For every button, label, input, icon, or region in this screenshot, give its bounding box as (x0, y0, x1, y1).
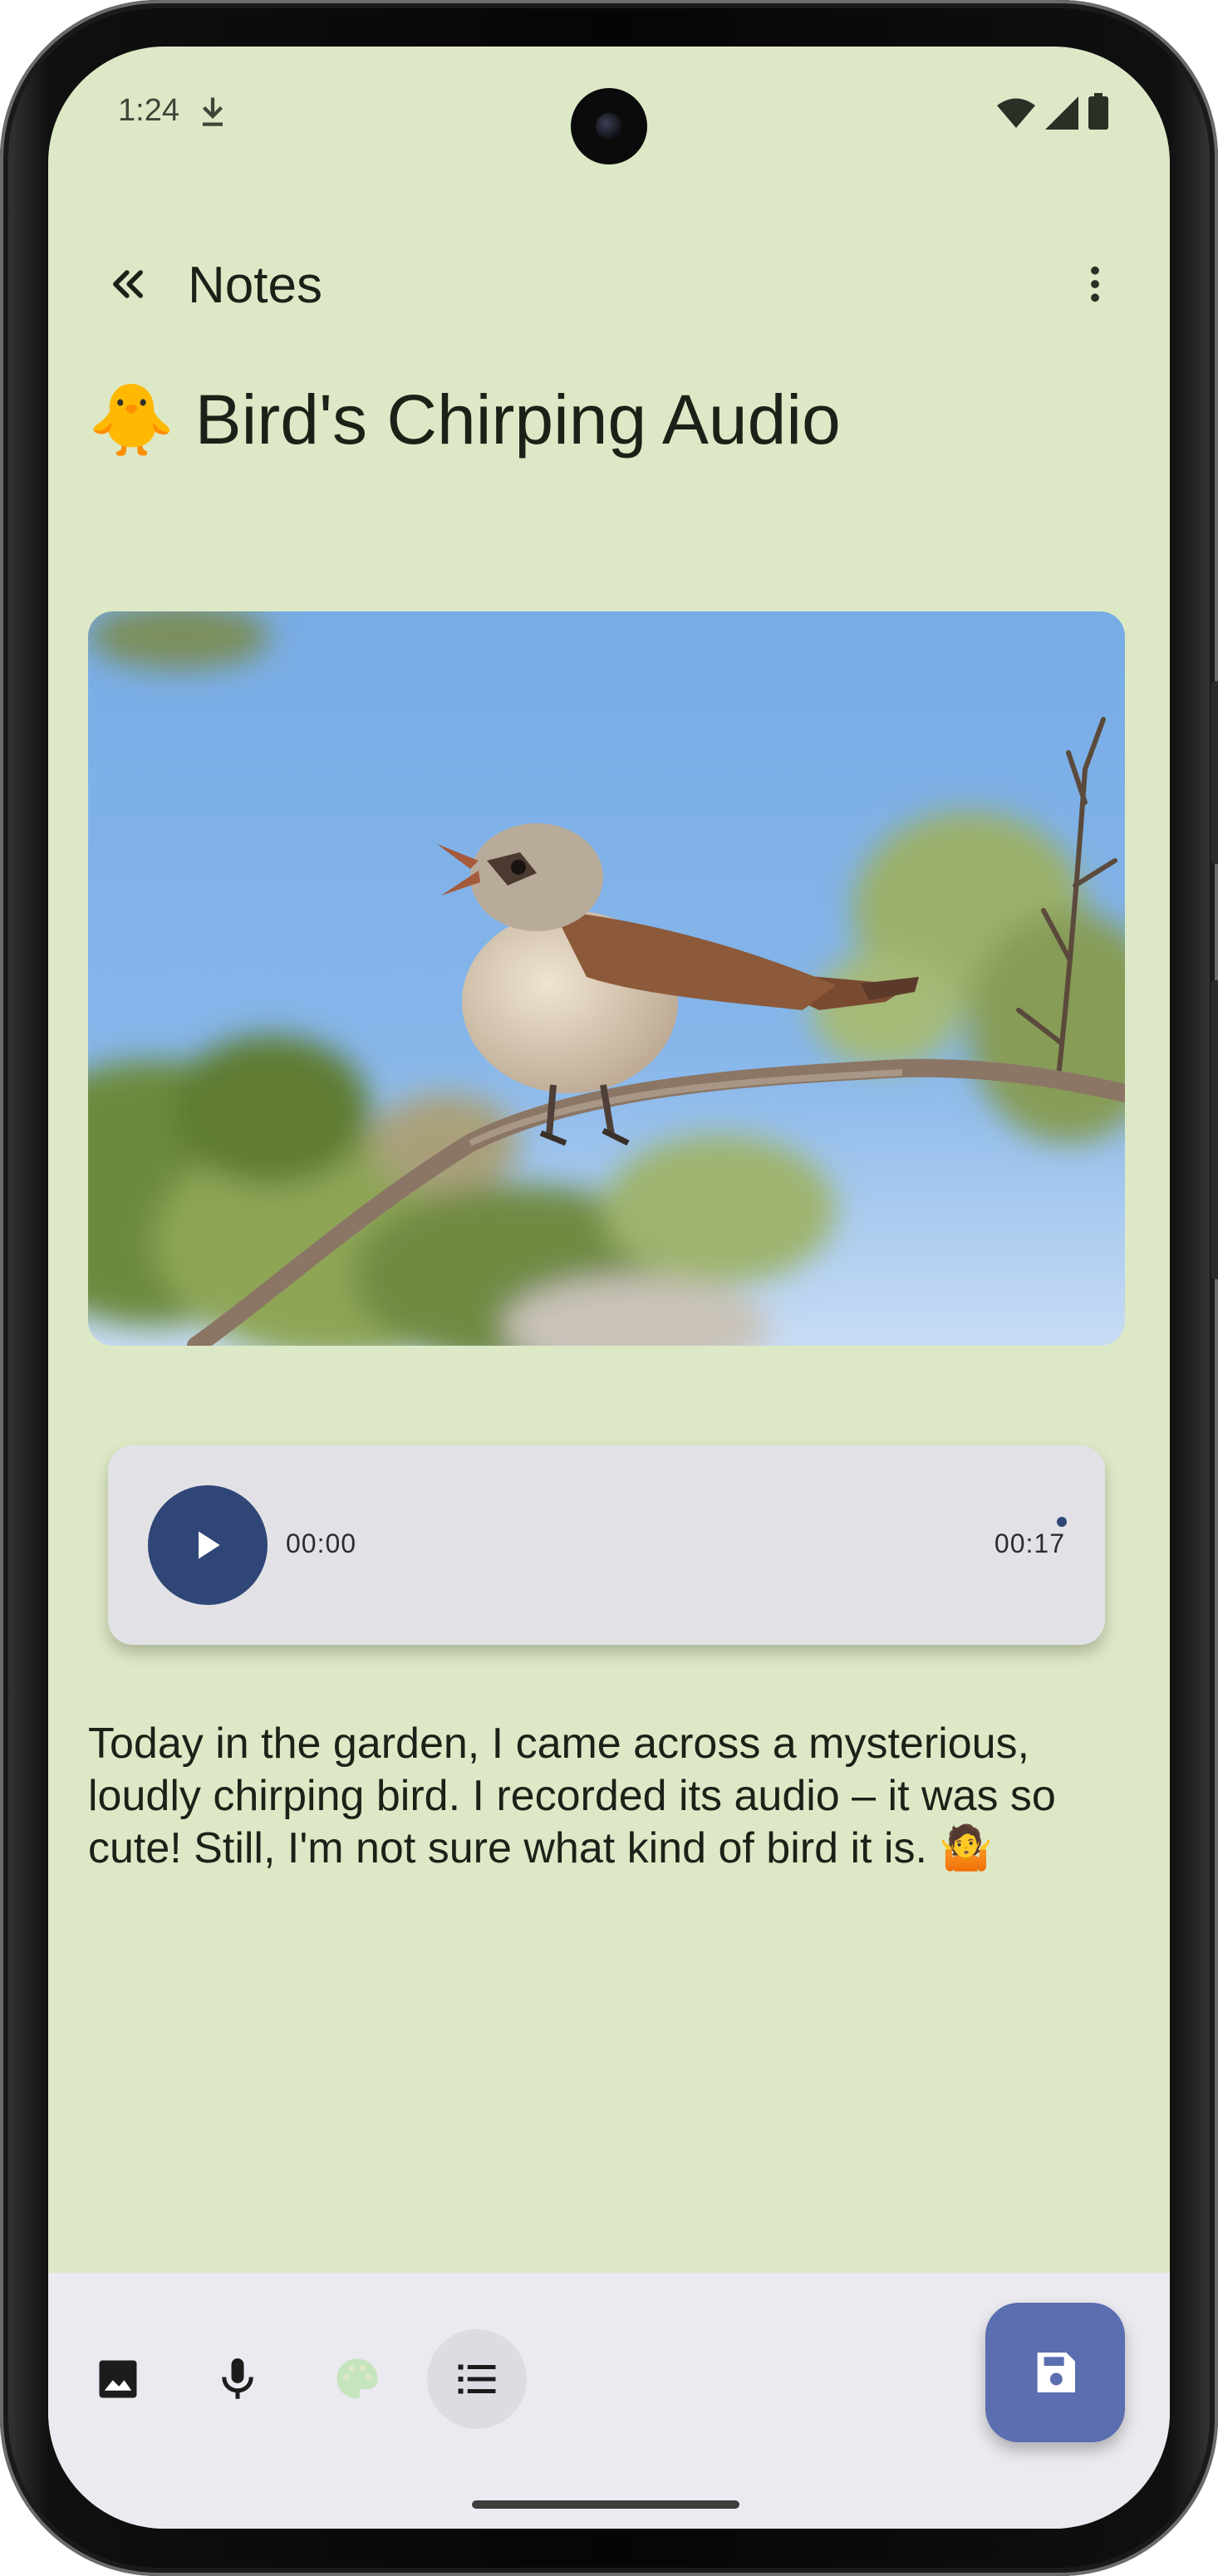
status-bar: 1:24 (48, 47, 1170, 164)
app-title: Notes (188, 257, 322, 314)
palette-icon (336, 2358, 378, 2399)
play-button[interactable] (148, 1485, 268, 1605)
note-image[interactable] (88, 611, 1125, 1346)
checklist-button[interactable] (427, 2329, 527, 2429)
image-icon (99, 2360, 137, 2398)
status-icons (997, 93, 1108, 130)
audio-total-time: 00:17 (994, 1528, 1065, 1558)
back-button[interactable] (88, 244, 168, 324)
save-icon (1037, 2353, 1075, 2392)
volume-button (1211, 980, 1218, 1279)
play-icon (199, 1531, 220, 1559)
title-emoji: 🐥 (88, 379, 175, 460)
gesture-bar[interactable] (472, 2500, 739, 2509)
double-chevron-left-icon (113, 270, 143, 298)
bird-photo (88, 611, 1125, 1346)
audio-player: 00:00 00:17 (108, 1445, 1105, 1645)
note-body[interactable]: Today in the garden, I came across a mys… (88, 1718, 1135, 1875)
note-title-text: Bird's Chirping Audio (194, 380, 841, 459)
record-audio-button[interactable] (188, 2329, 287, 2429)
status-time: 1:24 (118, 93, 179, 128)
color-palette-button[interactable] (307, 2329, 407, 2429)
screen: 1:24 Notes 🐥 Bird's Chirping Audio 00:00… (48, 47, 1170, 2529)
app-bar: Notes (48, 238, 1170, 329)
save-button[interactable] (985, 2303, 1125, 2442)
download-icon (203, 97, 223, 126)
mic-icon (222, 2358, 253, 2399)
audio-progress-thumb[interactable] (1057, 1517, 1067, 1527)
battery-icon (1088, 93, 1108, 130)
bottom-toolbar (48, 2273, 1170, 2529)
phone-frame: 1:24 Notes 🐥 Bird's Chirping Audio 00:00… (0, 0, 1218, 2576)
wifi-icon (997, 98, 1035, 128)
more-vert-icon (1091, 266, 1099, 302)
note-title[interactable]: 🐥 Bird's Chirping Audio (88, 379, 841, 461)
front-camera (571, 88, 647, 164)
add-image-button[interactable] (68, 2329, 168, 2429)
list-icon (458, 2364, 496, 2394)
power-button (1211, 681, 1218, 864)
signal-icon (1045, 96, 1078, 130)
audio-current-time: 00:00 (286, 1528, 357, 1558)
more-options-button[interactable] (1055, 244, 1135, 324)
